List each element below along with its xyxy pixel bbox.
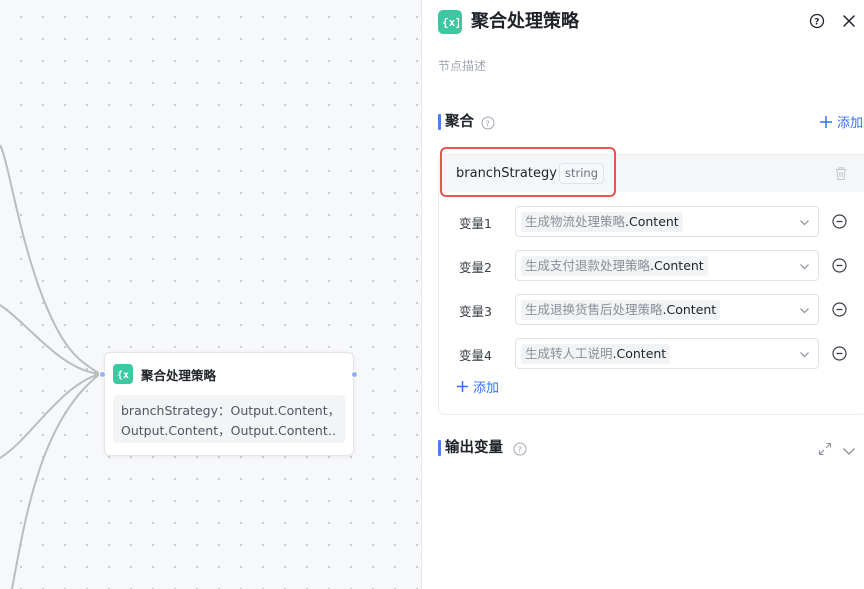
minus-circle-icon[interactable]	[832, 302, 847, 317]
chevron-down-icon	[800, 220, 809, 226]
panel-title[interactable]: 聚合处理策略	[471, 9, 579, 35]
chip-source: 生成转人工说明	[525, 346, 613, 361]
trash-icon[interactable]	[834, 166, 848, 181]
variable-row: 变量3 生成退换货售后处理策略.Content	[438, 294, 864, 325]
svg-text:?: ?	[518, 445, 522, 454]
close-icon[interactable]	[840, 12, 858, 30]
node-summary-line: branchStrategy：Output.Content，	[121, 403, 337, 418]
node-summary-line: Output.Content，Output.Content…	[121, 423, 337, 438]
chip-source: 生成物流处理策略	[525, 214, 626, 229]
variable-label: 变量4	[459, 348, 492, 363]
svg-text:{x}: {x}	[117, 370, 130, 381]
chevron-down-icon[interactable]	[842, 442, 856, 455]
variable-select[interactable]: 生成退换货售后处理策略.Content	[515, 294, 819, 325]
minus-circle-icon[interactable]	[832, 346, 847, 361]
chip-source: 生成退换货售后处理策略	[525, 302, 663, 317]
variable-reference-chip: 生成转人工说明.Content	[521, 344, 671, 364]
node-summary: branchStrategy：Output.Content， Output.Co…	[113, 395, 345, 443]
variable-label: 变量3	[459, 304, 492, 319]
minus-circle-icon[interactable]	[832, 258, 847, 273]
variable-braces-icon: {x}	[113, 364, 133, 384]
chip-field: .Content	[625, 214, 679, 229]
output-section-title[interactable]: 输出变量	[445, 438, 503, 458]
chip-field: .Content	[662, 302, 717, 317]
aggregate-node-card[interactable]: {x} 聚合处理策略 branchStrategy：Output.Content…	[104, 352, 354, 456]
chip-field: .Content	[650, 258, 704, 273]
add-variable-label: 添加	[473, 381, 500, 396]
variable-select[interactable]: 生成物流处理策略.Content	[515, 206, 819, 237]
section-marker	[438, 440, 441, 456]
chevron-down-icon	[800, 308, 809, 314]
variable-row: 变量4 生成转人工说明.Content	[438, 338, 864, 369]
highlight-annotation	[440, 147, 616, 197]
connection-edges	[0, 144, 101, 589]
expand-icon[interactable]	[818, 441, 832, 456]
svg-text:?: ?	[486, 119, 490, 128]
variable-reference-chip: 生成退换货售后处理策略.Content	[521, 300, 721, 320]
variable-row: 变量2 生成支付退款处理策略.Content	[438, 250, 864, 281]
variable-reference-chip: 生成物流处理策略.Content	[521, 212, 683, 232]
node-title: 聚合处理策略	[141, 367, 217, 383]
variable-label: 变量1	[459, 216, 492, 231]
svg-text:?: ?	[814, 17, 819, 27]
chip-source: 生成支付退款处理策略	[525, 258, 651, 273]
node-description-field[interactable]: 节点描述	[438, 57, 486, 74]
variable-braces-icon: {x}	[438, 10, 462, 34]
plus-icon	[457, 381, 468, 392]
input-port[interactable]	[99, 371, 106, 378]
workflow-canvas[interactable]: {x} 聚合处理策略 branchStrategy：Output.Content…	[0, 0, 422, 589]
plus-icon	[820, 115, 832, 128]
chevron-down-icon	[800, 264, 809, 270]
variable-select[interactable]: 生成转人工说明.Content	[515, 338, 819, 369]
aggregate-section-title: 聚合	[445, 114, 474, 130]
question-circle-icon[interactable]: ?	[481, 115, 495, 130]
chip-field: .Content	[612, 346, 667, 361]
svg-text:{x}: {x}	[442, 16, 459, 29]
output-port[interactable]	[351, 371, 358, 378]
chevron-down-icon	[800, 352, 809, 358]
question-circle-icon[interactable]: ?	[808, 12, 826, 30]
add-group-button[interactable]: 添加	[819, 112, 863, 131]
minus-circle-icon[interactable]	[832, 214, 847, 229]
add-group-label: 添加	[837, 116, 864, 131]
variable-reference-chip: 生成支付退款处理策略.Content	[521, 256, 708, 276]
section-marker	[438, 114, 441, 130]
question-circle-icon[interactable]: ?	[513, 441, 527, 456]
variable-row: 变量1 生成物流处理策略.Content	[438, 206, 864, 237]
add-variable-button[interactable]: 添加	[456, 377, 499, 396]
variable-label: 变量2	[459, 260, 492, 275]
variable-select[interactable]: 生成支付退款处理策略.Content	[515, 250, 819, 281]
